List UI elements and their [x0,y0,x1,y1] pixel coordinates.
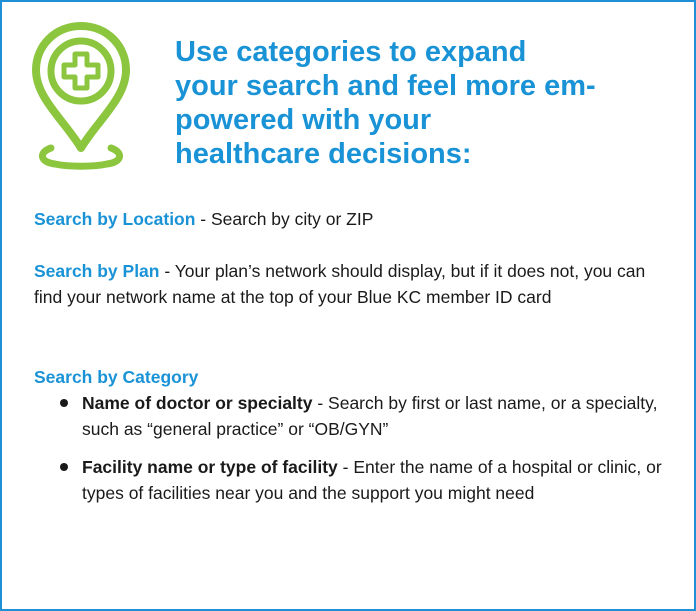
headline-line-4: healthcare decisions: [175,138,472,170]
list-item-title: Facility name or type of facility [82,457,338,477]
headline-line-2: your search and feel more em- [175,70,596,102]
bullet-icon [60,399,68,407]
info-card: Use categories to expand your search and… [0,0,696,611]
headline-line-3: powered with your [175,104,432,136]
list-item-title: Name of doctor or specialty [82,393,313,413]
search-by-plan-paragraph: Search by Plan - Your plan’s network sho… [34,258,652,310]
headline-line-1: Use categories to expand [175,36,527,68]
location-pin-medical-cross-icon [32,22,130,170]
search-by-location-text: - Search by city or ZIP [195,209,374,229]
list-item: Name of doctor or specialty - Search by … [60,390,672,442]
headline: Use categories to expand your search and… [175,35,675,171]
search-by-plan-label: Search by Plan [34,261,160,281]
search-by-location-label: Search by Location [34,209,196,229]
search-by-category-label: Search by Category [34,367,199,387]
search-by-category-heading: Search by Category [34,364,664,390]
list-item: Facility name or type of facility - Ente… [60,454,672,506]
category-list: Name of doctor or specialty - Search by … [60,390,672,506]
search-by-location-paragraph: Search by Location - Search by city or Z… [34,206,664,232]
bullet-icon [60,463,68,471]
